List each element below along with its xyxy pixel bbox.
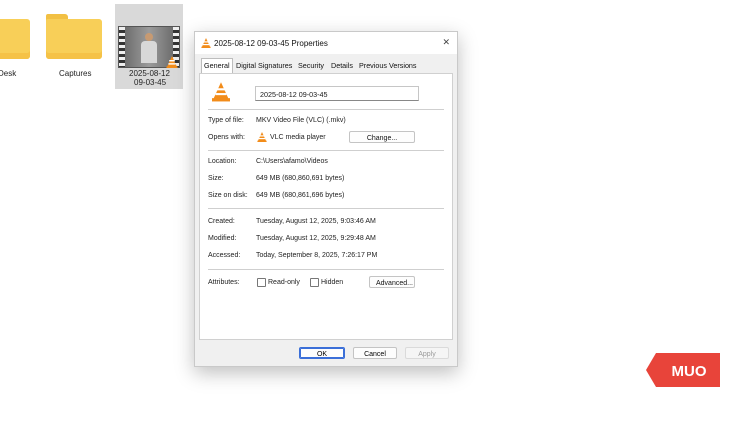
hidden-label: Hidden: [321, 279, 344, 286]
dialog-title: 2025-08-12 09-03-45 Properties: [214, 39, 328, 48]
advanced-button[interactable]: Advanced...: [369, 276, 415, 288]
vlc-file-icon: [212, 82, 230, 102]
separator: [208, 269, 444, 270]
captures-folder-label: Captures: [59, 69, 92, 78]
apply-button[interactable]: Apply: [405, 347, 449, 359]
tab-previous-versions[interactable]: Previous Versions: [357, 59, 419, 72]
opens-with-label: Opens with:: [208, 134, 245, 141]
close-icon[interactable]: ✕: [442, 37, 450, 48]
muo-logo: MUO: [646, 353, 720, 387]
modified-value: Tuesday, August 12, 2025, 9:29:48 AM: [256, 235, 376, 242]
desk-folder-label: Desk: [0, 69, 17, 78]
tab-general[interactable]: General: [201, 58, 233, 73]
change-button[interactable]: Change...: [349, 131, 415, 143]
properties-dialog: 2025-08-12 09-03-45 Properties ✕ General…: [194, 31, 458, 367]
created-value: Tuesday, August 12, 2025, 9:03:46 AM: [256, 218, 376, 225]
tab-bar: General Digital Signatures Security Deta…: [199, 58, 453, 73]
tab-security[interactable]: Security: [296, 59, 326, 72]
readonly-label: Read-only: [268, 279, 300, 286]
video-file-label-line2: 09-03-45: [134, 78, 167, 87]
type-value: MKV Video File (VLC) (.mkv): [256, 117, 346, 124]
separator: [208, 109, 444, 110]
accessed-label: Accessed:: [208, 252, 241, 259]
vlc-title-icon: [201, 38, 211, 48]
separator: [208, 150, 444, 151]
vlc-opens-icon: [257, 132, 267, 142]
location-value: C:\Users\afamo\Videos: [256, 158, 328, 165]
attributes-label: Attributes:: [208, 279, 240, 286]
location-label: Location:: [208, 158, 237, 165]
modified-label: Modified:: [208, 235, 237, 242]
video-file-label-line1: 2025-08-12: [129, 69, 170, 78]
ok-button[interactable]: OK: [299, 347, 345, 359]
tab-details[interactable]: Details: [329, 59, 355, 72]
separator: [208, 208, 444, 209]
svg-text:MUO: MUO: [672, 363, 707, 380]
desk-folder-icon[interactable]: [0, 14, 30, 59]
vlc-badge-icon: [166, 56, 178, 68]
hidden-checkbox[interactable]: [310, 278, 319, 287]
tab-digital-signatures[interactable]: Digital Signatures: [234, 59, 294, 72]
dialog-titlebar[interactable]: 2025-08-12 09-03-45 Properties ✕: [195, 32, 457, 54]
size-label: Size:: [208, 175, 224, 182]
accessed-value: Today, September 8, 2025, 7:26:17 PM: [256, 252, 378, 259]
size-value: 649 MB (680,860,691 bytes): [256, 175, 345, 182]
file-name-input[interactable]: 2025-08-12 09-03-45: [255, 86, 419, 101]
captures-folder-icon[interactable]: [46, 14, 102, 59]
size-on-disk-label: Size on disk:: [208, 192, 248, 199]
file-name-value: 2025-08-12 09-03-45: [260, 90, 328, 99]
readonly-checkbox[interactable]: [257, 278, 266, 287]
opens-with-value: VLC media player: [270, 134, 326, 141]
created-label: Created:: [208, 218, 235, 225]
general-panel: 2025-08-12 09-03-45 Type of file: MKV Vi…: [199, 73, 453, 340]
cancel-button[interactable]: Cancel: [353, 347, 397, 359]
size-on-disk-value: 649 MB (680,861,696 bytes): [256, 192, 345, 199]
type-label: Type of file:: [208, 117, 244, 124]
